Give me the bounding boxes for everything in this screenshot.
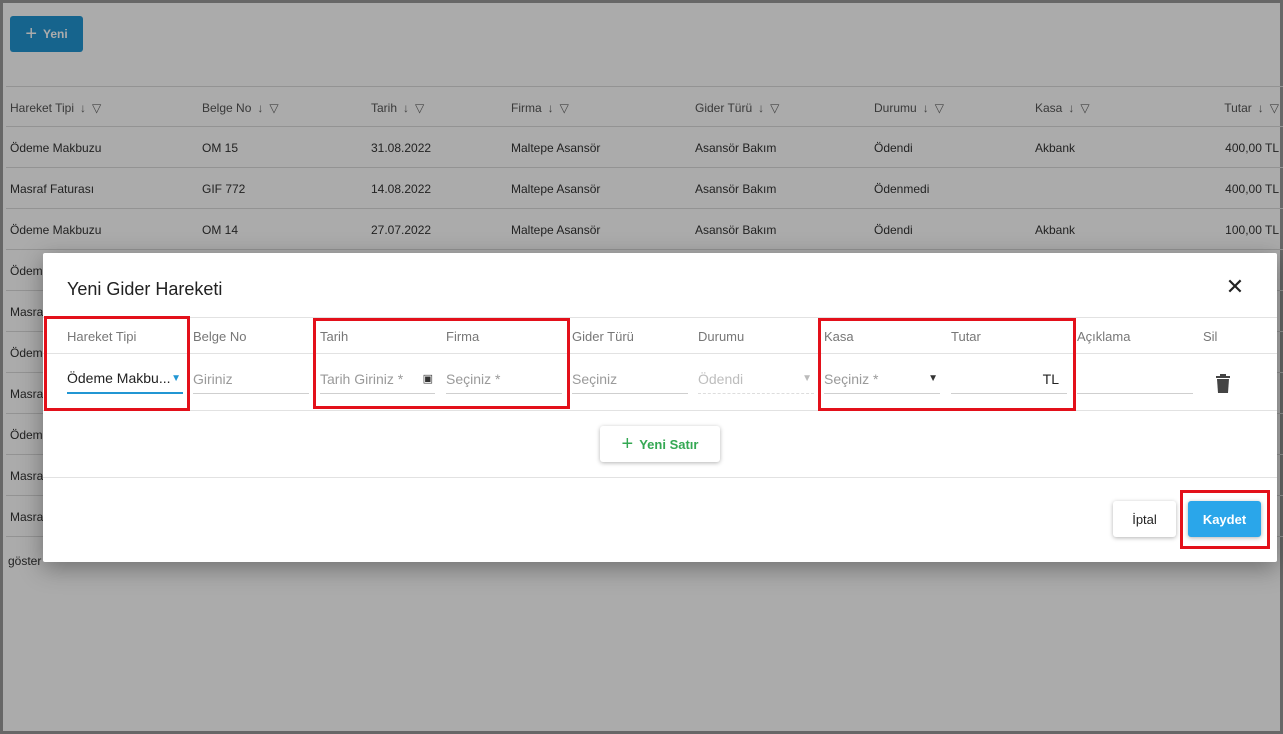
cancel-button[interactable]: İptal: [1113, 501, 1176, 537]
new-expense-dialog: Yeni Gider Hareketi ✕ Hareket Tipi Belge…: [43, 253, 1277, 562]
hareket-tipi-select[interactable]: Ödeme Makbu... ▼: [67, 364, 183, 394]
dropdown-arrow-icon[interactable]: ▼: [171, 373, 181, 384]
column-label: Durumu: [698, 328, 745, 344]
firma-select[interactable]: Seçiniz *: [446, 364, 562, 394]
belge-no-input[interactable]: Giriniz: [193, 364, 309, 394]
column-label: Firma: [446, 328, 480, 344]
close-icon[interactable]: ✕: [1223, 275, 1247, 299]
dropdown-arrow-icon[interactable]: ▼: [928, 373, 938, 384]
trash-icon[interactable]: [1215, 374, 1231, 394]
tutar-input[interactable]: TL: [951, 364, 1067, 394]
column-label: Tarih: [320, 328, 349, 344]
plus-icon: +: [621, 433, 634, 455]
column-label: Tutar: [951, 328, 981, 344]
footer-divider: [43, 477, 1277, 478]
form-row: Ödeme Makbu... ▼ Giriniz Tarih Giriniz *…: [43, 354, 1277, 411]
save-button[interactable]: Kaydet: [1188, 501, 1261, 537]
add-row-button[interactable]: + Yeni Satır: [600, 426, 720, 462]
calendar-icon[interactable]: ▣: [423, 372, 433, 385]
dialog-title: Yeni Gider Hareketi: [67, 279, 223, 299]
gider-turu-select[interactable]: Seçiniz: [572, 364, 688, 394]
column-label: Gider Türü: [572, 328, 634, 344]
durumu-select: Ödendi ▼: [698, 364, 814, 394]
add-row-label: Yeni Satır: [639, 436, 699, 452]
column-label: Kasa: [824, 328, 854, 344]
form-header: Hareket Tipi Belge No Tarih Firma Gider …: [43, 317, 1277, 354]
dropdown-arrow-icon: ▼: [802, 373, 812, 384]
tarih-input[interactable]: Tarih Giriniz * ▣: [320, 364, 435, 394]
column-label: Belge No: [193, 328, 247, 344]
column-label: Sil: [1203, 328, 1218, 344]
column-label: Hareket Tipi: [67, 328, 137, 344]
aciklama-input[interactable]: [1077, 364, 1193, 394]
column-label: Açıklama: [1077, 328, 1131, 344]
kasa-select[interactable]: Seçiniz * ▼: [824, 364, 940, 394]
